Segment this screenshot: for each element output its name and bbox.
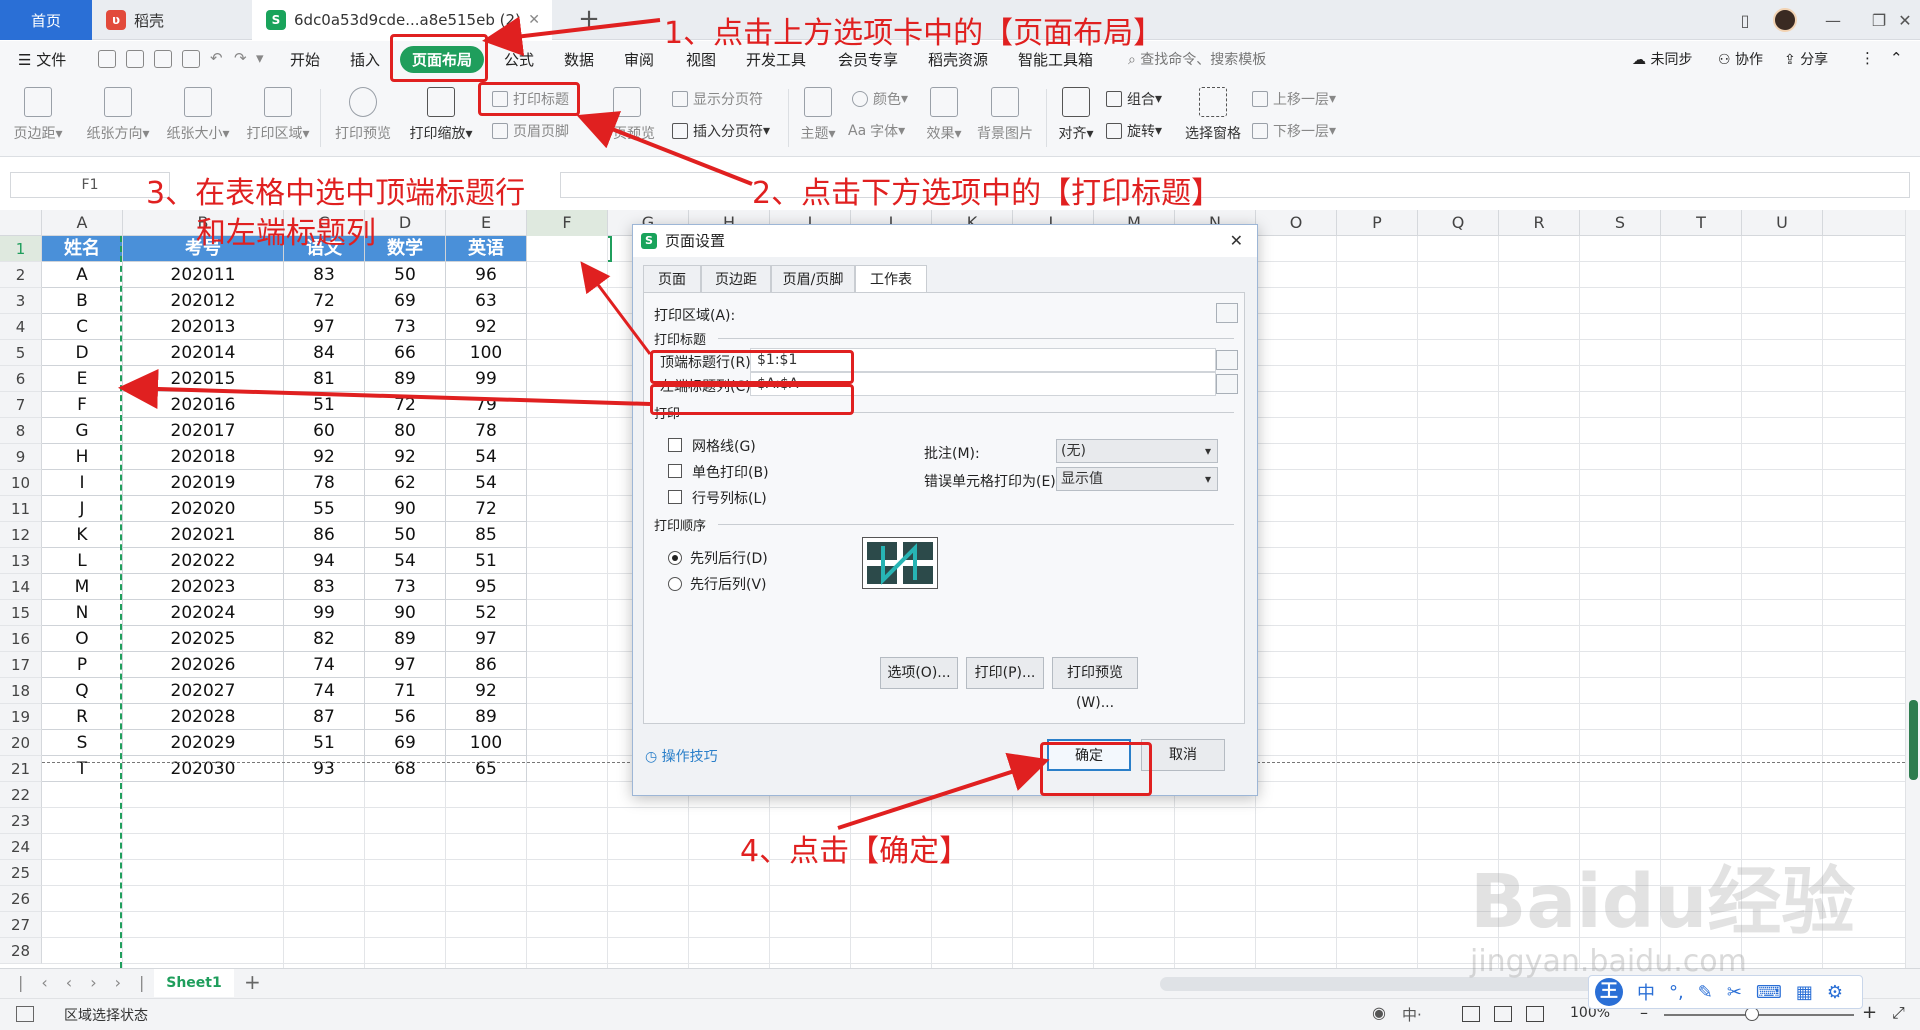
arrow-step3-left: [118, 368, 651, 409]
arrow-step2: [576, 111, 753, 186]
arrow-step3-top: [580, 261, 652, 355]
annotation-arrows: [118, 16, 1050, 830]
arrow-step4: [837, 752, 1050, 830]
arrow-step1: [482, 16, 661, 57]
